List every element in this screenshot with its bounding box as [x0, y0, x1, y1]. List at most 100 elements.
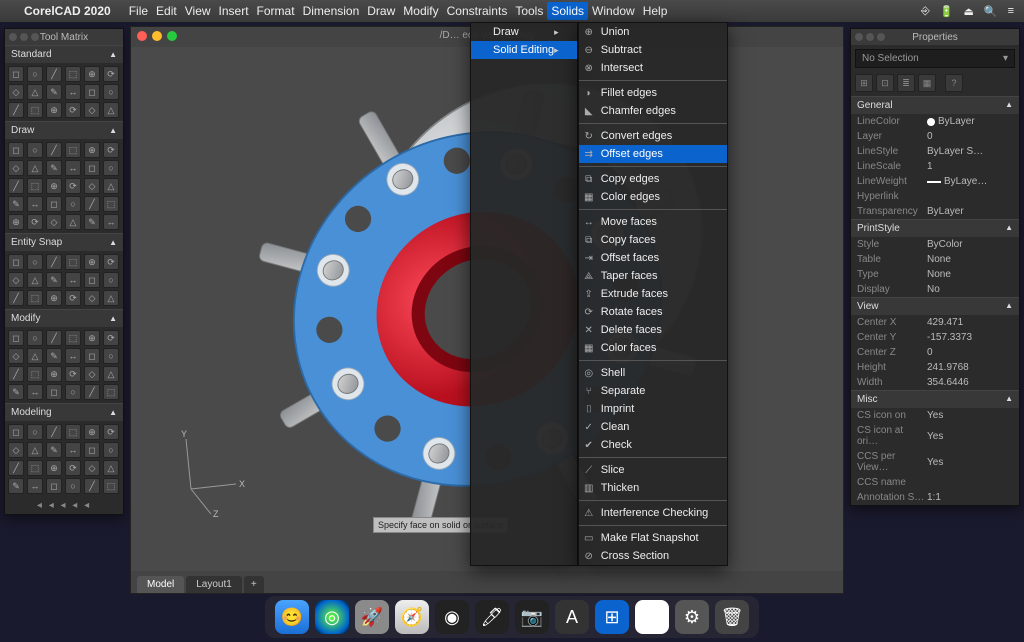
- tool-icon[interactable]: ⟳: [65, 178, 81, 194]
- menu-item-color-edges[interactable]: ▦Color edges: [579, 188, 727, 206]
- tool-icon[interactable]: ⊕: [84, 424, 100, 440]
- tool-icon[interactable]: ⬚: [27, 460, 43, 476]
- tool-icon[interactable]: ↔: [27, 384, 43, 400]
- tool-icon[interactable]: ◇: [46, 214, 62, 230]
- tool-icon[interactable]: ⬚: [103, 384, 119, 400]
- tool-icon[interactable]: ⊕: [8, 214, 24, 230]
- menu-item-draw[interactable]: Draw▸: [471, 23, 577, 41]
- prop-row[interactable]: Center Y-157.3373: [851, 330, 1019, 345]
- dock-finder[interactable]: 😊: [275, 600, 309, 634]
- prop-row[interactable]: CCS name: [851, 475, 1019, 490]
- prop-row[interactable]: LineScale1: [851, 159, 1019, 174]
- app-name[interactable]: CorelCAD 2020: [24, 4, 111, 18]
- tool-icon[interactable]: ○: [103, 348, 119, 364]
- menu-item-clean[interactable]: ✓Clean: [579, 418, 727, 436]
- tool-icon[interactable]: ◻: [46, 384, 62, 400]
- menu-item-slice[interactable]: ⟋Slice: [579, 461, 727, 479]
- tool-icon[interactable]: ╱: [46, 142, 62, 158]
- prop-row[interactable]: Center Z0: [851, 345, 1019, 360]
- menu-help[interactable]: Help: [639, 2, 672, 20]
- prop-group-view[interactable]: View▲: [851, 297, 1019, 315]
- menu-item-shell[interactable]: ◎Shell: [579, 364, 727, 382]
- menu-edit[interactable]: Edit: [152, 2, 181, 20]
- tool-icon[interactable]: ○: [103, 442, 119, 458]
- tool-icon[interactable]: ⊕: [46, 460, 62, 476]
- tool-icon[interactable]: ◻: [8, 142, 24, 158]
- dock-cam[interactable]: 📷: [515, 600, 549, 634]
- tool-icon[interactable]: ✎: [46, 160, 62, 176]
- tool-icon[interactable]: △: [103, 366, 119, 382]
- selection-dropdown[interactable]: No Selection▾: [855, 49, 1015, 68]
- prop-row[interactable]: CCS per View…Yes: [851, 449, 1019, 475]
- tool-icon[interactable]: ↔: [65, 84, 81, 100]
- tab-model[interactable]: Model: [137, 576, 184, 593]
- tool-icon[interactable]: △: [27, 272, 43, 288]
- prop-row[interactable]: CS icon onYes: [851, 408, 1019, 423]
- menu-dimension[interactable]: Dimension: [299, 2, 364, 20]
- menu-item-solid-editing[interactable]: Solid Editing▸: [471, 41, 577, 59]
- tool-icon[interactable]: ◇: [84, 290, 100, 306]
- section-standard[interactable]: Standard▲: [5, 45, 123, 63]
- tool-icon[interactable]: ⟳: [65, 102, 81, 118]
- status-icon[interactable]: 🔍: [984, 5, 998, 18]
- tool-icon[interactable]: ↔: [65, 348, 81, 364]
- menu-item-intersect[interactable]: ⊗Intersect: [579, 59, 727, 77]
- prop-row[interactable]: Height241.9768: [851, 360, 1019, 375]
- tool-icon[interactable]: ◻: [84, 348, 100, 364]
- menu-item-chamfer-edges[interactable]: ◣Chamfer edges: [579, 102, 727, 120]
- tool-icon[interactable]: ╱: [8, 460, 24, 476]
- prop-row[interactable]: Width354.6446: [851, 375, 1019, 390]
- prop-row[interactable]: StyleByColor: [851, 237, 1019, 252]
- tool-icon[interactable]: ⬚: [27, 290, 43, 306]
- tool-icon[interactable]: ⬚: [65, 142, 81, 158]
- prop-row[interactable]: CS icon at ori…Yes: [851, 423, 1019, 449]
- menu-item-union[interactable]: ⊕Union: [579, 23, 727, 41]
- menu-item-convert-edges[interactable]: ↻Convert edges: [579, 127, 727, 145]
- prop-row[interactable]: TypeNone: [851, 267, 1019, 282]
- menu-item-make-flat-snapshot[interactable]: ▭Make Flat Snapshot: [579, 529, 727, 547]
- tool-icon[interactable]: ╱: [8, 102, 24, 118]
- menu-item-delete-faces[interactable]: ✕Delete faces: [579, 321, 727, 339]
- tool-icon[interactable]: ◇: [8, 348, 24, 364]
- tool-icon[interactable]: ✎: [46, 272, 62, 288]
- tool-icon[interactable]: ↔: [27, 196, 43, 212]
- menu-item-imprint[interactable]: ⌷Imprint: [579, 400, 727, 418]
- tool-icon[interactable]: ⟳: [103, 330, 119, 346]
- add-tab-button[interactable]: +: [244, 576, 264, 593]
- tool-icon[interactable]: ◇: [8, 272, 24, 288]
- dock-cad[interactable]: ◉: [435, 600, 469, 634]
- tool-icon[interactable]: ○: [103, 160, 119, 176]
- status-icon[interactable]: ≡: [1008, 5, 1014, 17]
- tool-icon[interactable]: ✎: [8, 196, 24, 212]
- prop-row[interactable]: LineStyleByLayer S…: [851, 144, 1019, 159]
- dock-paint[interactable]: 🖊: [475, 600, 509, 634]
- prop-row[interactable]: DisplayNo: [851, 282, 1019, 297]
- tool-icon[interactable]: ◇: [8, 84, 24, 100]
- dock-set[interactable]: ⚙: [675, 600, 709, 634]
- tool-icon[interactable]: ✎: [46, 348, 62, 364]
- menu-item-copy-faces[interactable]: ⧉Copy faces: [579, 231, 727, 249]
- tool-icon[interactable]: ◻: [84, 272, 100, 288]
- tool-icon[interactable]: ↔: [65, 272, 81, 288]
- tool-icon[interactable]: ◇: [84, 460, 100, 476]
- tool-icon[interactable]: ╱: [46, 254, 62, 270]
- status-icon[interactable]: 🔋: [940, 5, 954, 18]
- dock-launchpad[interactable]: 🚀: [355, 600, 389, 634]
- tool-icon[interactable]: ◇: [84, 178, 100, 194]
- tool-icon[interactable]: △: [103, 460, 119, 476]
- tool-icon[interactable]: ╱: [8, 290, 24, 306]
- tool-icon[interactable]: ○: [65, 384, 81, 400]
- menu-tools[interactable]: Tools: [511, 2, 547, 20]
- dock-siri[interactable]: ◎: [315, 600, 349, 634]
- tool-icon[interactable]: △: [27, 348, 43, 364]
- tool-icon[interactable]: ◻: [8, 330, 24, 346]
- prop-row[interactable]: Center X429.471: [851, 315, 1019, 330]
- tool-icon[interactable]: ◻: [8, 424, 24, 440]
- menu-constraints[interactable]: Constraints: [443, 2, 512, 20]
- tool-icon[interactable]: ◻: [84, 84, 100, 100]
- prop-group-general[interactable]: General▲: [851, 96, 1019, 114]
- menu-window[interactable]: Window: [588, 2, 639, 20]
- tool-icon[interactable]: ⊕: [84, 254, 100, 270]
- menu-item-subtract[interactable]: ⊖Subtract: [579, 41, 727, 59]
- tool-icon[interactable]: ╱: [84, 384, 100, 400]
